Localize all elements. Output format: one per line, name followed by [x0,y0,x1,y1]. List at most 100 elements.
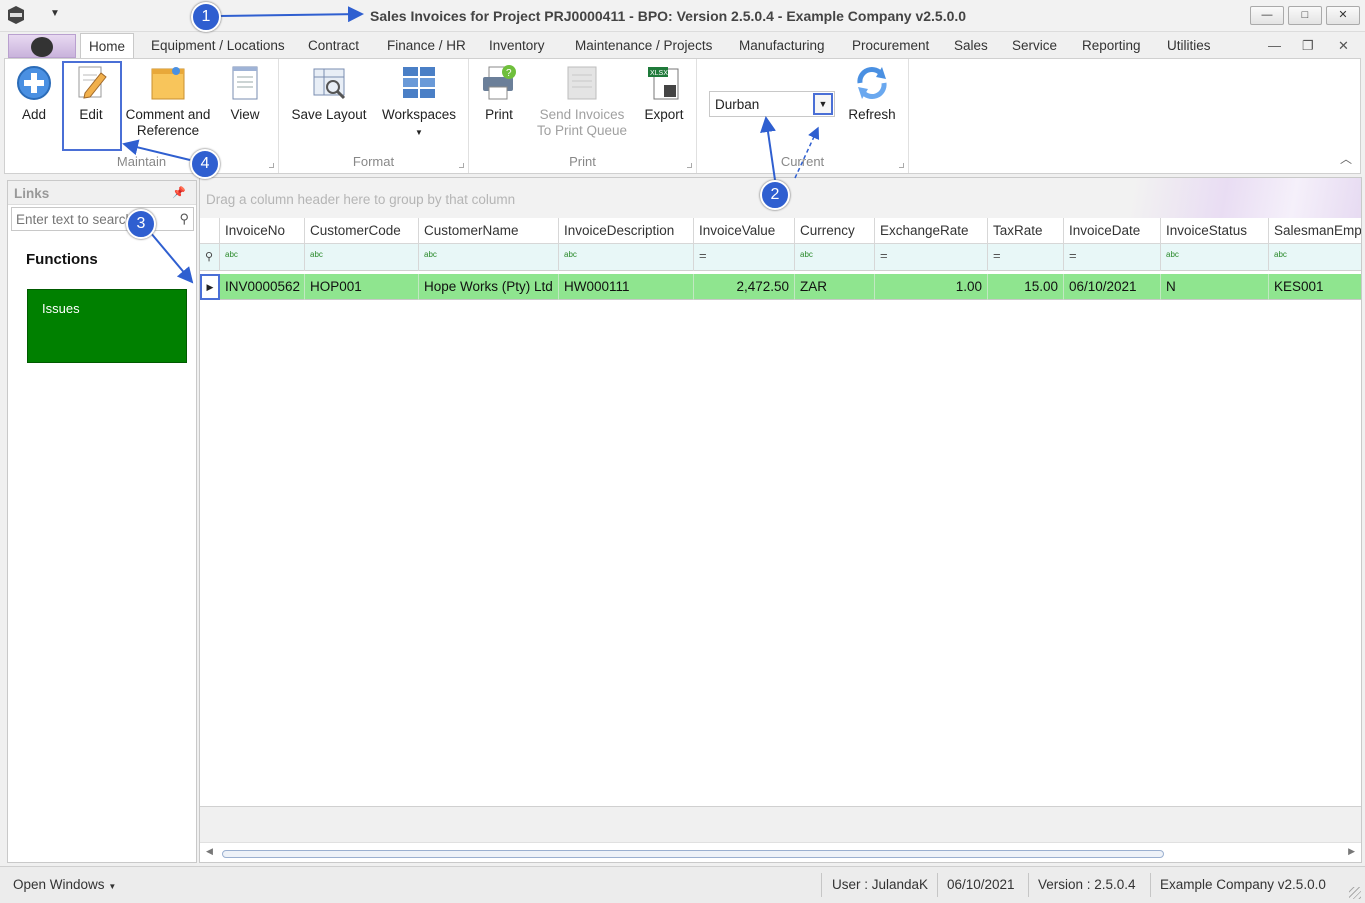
app-logo-icon[interactable] [6,5,26,25]
site-dropdown-arrow-icon[interactable]: ▼ [813,93,833,115]
filter-cell[interactable]: = [875,244,988,271]
filter-cell[interactable]: = [1064,244,1161,271]
collapse-ribbon-icon[interactable]: ︿ [1340,150,1352,167]
status-company: Example Company v2.5.0.0 [1160,877,1326,892]
scroll-right-icon[interactable]: ▶ [1348,846,1355,857]
cell-exchange-rate[interactable]: 1.00 [875,274,988,300]
column-header[interactable]: InvoiceNo [220,218,305,244]
filter-cell[interactable]: abc [559,244,694,271]
column-header[interactable]: TaxRate [988,218,1064,244]
filter-cell[interactable]: = [988,244,1064,271]
open-windows-dropdown-icon: ▼ [108,882,117,891]
scrollbar-thumb[interactable] [222,850,1164,858]
export-button[interactable]: XLSX Export [639,63,689,123]
status-date: 06/10/2021 [947,877,1015,892]
issues-tile[interactable]: Issues [27,289,187,363]
save-layout-button[interactable]: Save Layout [289,63,369,123]
column-header[interactable]: InvoiceDate [1064,218,1161,244]
filter-cell[interactable]: = [694,244,795,271]
print-button[interactable]: ? Print [477,63,521,123]
filter-cell[interactable]: abc [1161,244,1269,271]
search-icon[interactable]: ⚲ [179,211,189,227]
tab-reporting[interactable]: Reporting [1082,38,1141,53]
minimize-button[interactable]: — [1250,6,1284,25]
filter-cell[interactable]: abc [305,244,419,271]
mdi-restore-icon[interactable]: ❐ [1302,38,1314,54]
column-header[interactable]: Currency [795,218,875,244]
resize-grip-icon[interactable] [1349,887,1361,899]
tab-contract[interactable]: Contract [308,38,359,53]
horizontal-scrollbar[interactable]: ◀ ▶ [200,842,1361,862]
tab-utilities[interactable]: Utilities [1167,38,1211,53]
pin-icon[interactable]: 📌 [172,186,186,199]
workspaces-button[interactable]: Workspaces ▼ [379,63,459,141]
cell-invoice-no[interactable]: INV0000562 [220,274,305,300]
filter-cell[interactable]: abc [419,244,559,271]
current-dialog-launcher-icon[interactable] [899,163,904,168]
print-dialog-launcher-icon[interactable] [687,163,692,168]
column-header[interactable]: SalesmanEmpNo [1269,218,1361,244]
cell-invoice-date[interactable]: 06/10/2021 [1064,274,1161,300]
refresh-button[interactable]: Refresh [843,63,901,123]
annotation-badge-1: 1 [191,2,221,32]
send-to-print-queue-button[interactable]: Send Invoices To Print Queue [531,63,633,139]
status-user: User : JulandaK [832,877,929,892]
tab-sales[interactable]: Sales [954,38,988,53]
mdi-close-icon[interactable]: ✕ [1338,38,1349,54]
view-button[interactable]: View [225,63,265,123]
comment-label-line1: Comment and [125,107,211,122]
filter-cell[interactable]: abc [220,244,305,271]
add-button[interactable]: Add [11,63,57,123]
add-label: Add [21,107,47,122]
status-version: Version : 2.5.0.4 [1038,877,1136,892]
column-header[interactable]: CustomerCode [305,218,419,244]
cell-tax-rate[interactable]: 15.00 [988,274,1064,300]
cell-salesman-emp-no[interactable]: KES001 [1269,274,1361,300]
format-dialog-launcher-icon[interactable] [459,163,464,168]
column-header[interactable]: ExchangeRate [875,218,988,244]
site-select[interactable]: Durban ▼ [709,91,835,117]
maintain-dialog-launcher-icon[interactable] [269,163,274,168]
site-select-value: Durban [715,97,760,112]
comment-reference-button[interactable]: Comment and Reference [123,63,213,139]
filter-pin-icon: ⚲ [200,244,220,271]
maximize-button[interactable]: □ [1288,6,1322,25]
tab-maintenance-projects[interactable]: Maintenance / Projects [575,38,712,53]
column-header[interactable]: InvoiceDescription [559,218,694,244]
group-maintain-label: Maintain [116,154,167,169]
group-format-label: Format [352,154,395,169]
tab-procurement[interactable]: Procurement [852,38,929,53]
tab-manufacturing[interactable]: Manufacturing [739,38,825,53]
svg-text:?: ? [506,68,512,79]
status-divider [821,873,822,897]
mdi-minimize-icon[interactable]: — [1268,38,1281,53]
quick-access-dropdown-icon[interactable]: ▼ [50,8,60,19]
cell-currency[interactable]: ZAR [795,274,875,300]
cell-customer-code[interactable]: HOP001 [305,274,419,300]
column-header[interactable]: InvoiceValue [694,218,795,244]
scroll-left-icon[interactable]: ◀ [206,846,213,857]
application-menu-button[interactable] [8,34,76,58]
tab-inventory[interactable]: Inventory [489,38,545,53]
table-row[interactable]: INV0000562 HOP001 Hope Works (Pty) Ltd H… [200,274,1361,300]
row-indicator-arrow-icon[interactable]: ▶ [200,274,220,300]
workspaces-dropdown-icon: ▼ [415,128,423,137]
cell-customer-name[interactable]: Hope Works (Pty) Ltd [419,274,559,300]
column-header[interactable]: InvoiceStatus [1161,218,1269,244]
open-windows-button[interactable]: Open Windows ▼ [13,877,116,892]
column-header[interactable]: CustomerName [419,218,559,244]
tab-finance-hr[interactable]: Finance / HR [387,38,466,53]
save-layout-label: Save Layout [291,107,367,122]
tab-equipment-locations[interactable]: Equipment / Locations [151,38,285,53]
cell-invoice-value[interactable]: 2,472.50 [694,274,795,300]
svg-text:XLSX: XLSX [650,70,668,77]
cell-invoice-description[interactable]: HW000111 [559,274,694,300]
filter-cell[interactable]: abc [795,244,875,271]
close-button[interactable]: ✕ [1326,6,1360,25]
cell-invoice-status[interactable]: N [1161,274,1269,300]
invoices-grid: Drag a column header here to group by th… [199,177,1362,863]
send-queue-label-line2: To Print Queue [536,123,628,138]
filter-cell[interactable]: abc [1269,244,1361,271]
tab-home[interactable]: Home [80,33,135,59]
tab-service[interactable]: Service [1012,38,1057,53]
